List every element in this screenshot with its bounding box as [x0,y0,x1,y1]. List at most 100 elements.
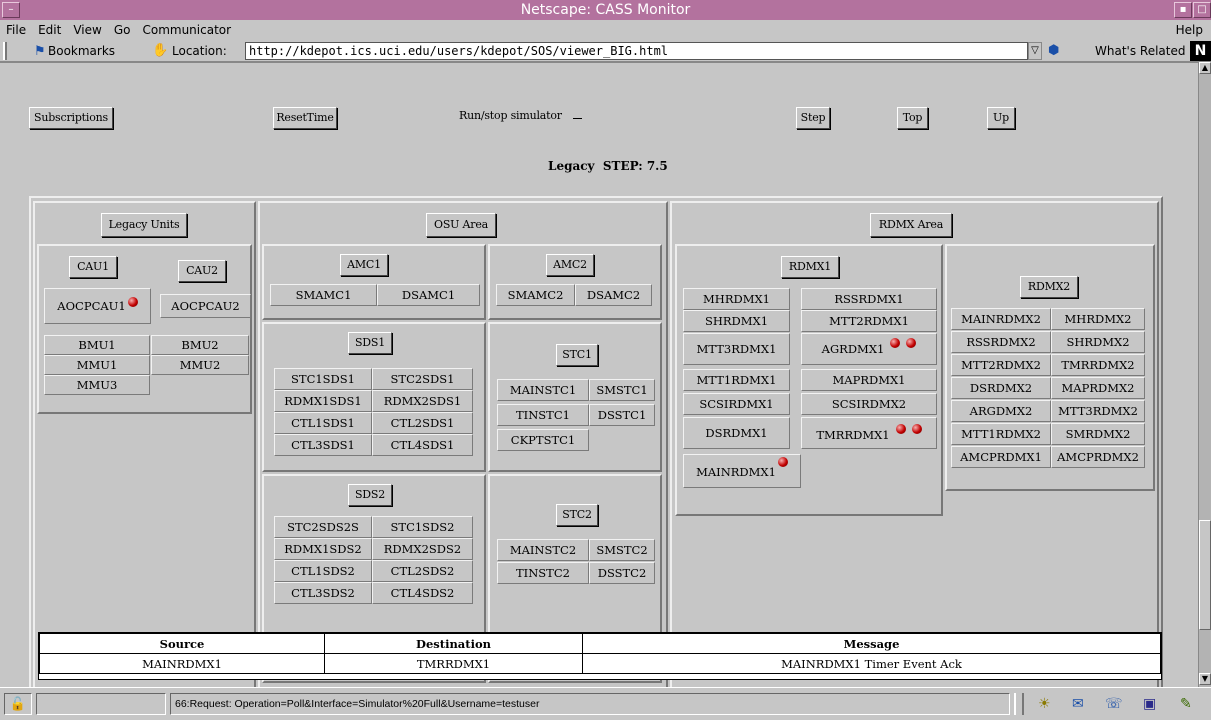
top-button[interactable]: Top [897,107,928,129]
mtt3rdmx2-cell[interactable]: MTT3RDMX2 [1051,400,1145,422]
dsrdmx1-cell[interactable]: DSRDMX1 [683,417,790,449]
sds1-button[interactable]: SDS1 [348,332,392,354]
scroll-down-icon[interactable]: ▼ [1199,673,1211,685]
maprdmx2-cell[interactable]: MAPRDMX2 [1051,377,1145,399]
mtt1rdmx1-cell[interactable]: MTT1RDMX1 [683,369,790,391]
menu-go[interactable]: Go [108,20,137,40]
menu-help[interactable]: Help [1170,20,1209,40]
rdmx1sds1-cell[interactable]: RDMX1SDS1 [274,390,372,412]
shrdmx2-cell[interactable]: SHRDMX2 [1051,331,1145,353]
menu-view[interactable]: View [67,20,107,40]
page-scrollbar[interactable]: ▲ ▼ [1198,62,1211,687]
rssrdmx1-cell[interactable]: RSSRDMX1 [801,288,937,310]
smamc2-cell[interactable]: SMAMC2 [496,284,575,306]
aocpcau1-cell[interactable]: AOCPCAU1 [44,288,151,324]
rdmx1-button[interactable]: RDMX1 [781,256,839,278]
mainrdmx1-cell[interactable]: MAINRDMX1 [683,454,801,488]
ctl3sds1-cell[interactable]: CTL3SDS1 [274,434,372,456]
mail-icon[interactable]: ✉ [1072,695,1084,712]
component-bar-grip-icon[interactable] [1014,693,1024,715]
mhrdmx1-cell[interactable]: MHRDMX1 [683,288,790,310]
bookmark-icon[interactable]: ⚑ [34,44,46,59]
amc1-button[interactable]: AMC1 [340,254,388,276]
tmrrdmx2-cell[interactable]: TMRRDMX2 [1051,354,1145,376]
toolbar-grip-icon[interactable] [3,42,7,60]
shrdmx1-cell[interactable]: SHRDMX1 [683,310,790,332]
subscriptions-button[interactable]: Subscriptions [29,107,113,129]
navigator-icon[interactable]: ☀ [1038,695,1051,712]
mmu3-cell[interactable]: MMU3 [44,375,150,395]
mtt2rdmx2-cell[interactable]: MTT2RDMX2 [951,354,1051,376]
ctl1sds1-cell[interactable]: CTL1SDS1 [274,412,372,434]
step-button[interactable]: Step [796,107,830,129]
sds2-button[interactable]: SDS2 [348,484,392,506]
mtt2rdmx1-cell[interactable]: MTT2RDMX1 [801,310,937,332]
stc2-button[interactable]: STC2 [556,504,598,526]
scsirdmx2-cell[interactable]: SCSIRDMX2 [801,393,937,415]
rdmx2sds1-cell[interactable]: RDMX2SDS1 [372,390,473,412]
smstc1-cell[interactable]: SMSTC1 [589,379,655,401]
location-url-input[interactable]: http://kdepot.ics.uci.edu/users/kdepot/S… [245,42,1028,60]
mmu2-cell[interactable]: MMU2 [151,355,249,375]
agrdmx1-cell[interactable]: AGRDMX1 [801,333,937,365]
stc2sds1-cell[interactable]: STC2SDS1 [372,368,473,390]
rdmx1sds2-cell[interactable]: RDMX1SDS2 [274,538,372,560]
scroll-up-icon[interactable]: ▲ [1199,62,1211,74]
dsstc2-cell[interactable]: DSSTC2 [589,562,655,584]
amc2-button[interactable]: AMC2 [546,254,594,276]
maprdmx1-cell[interactable]: MAPRDMX1 [801,369,937,391]
url-dropdown-icon[interactable]: ▽ [1028,42,1042,60]
up-button[interactable]: Up [987,107,1015,129]
cau1-button[interactable]: CAU1 [69,256,117,278]
rssrdmx2-cell[interactable]: RSSRDMX2 [951,331,1051,353]
mmu1-cell[interactable]: MMU1 [44,355,150,375]
aocpcau2-cell[interactable]: AOCPCAU2 [160,294,251,318]
ctl2sds1-cell[interactable]: CTL2SDS1 [372,412,473,434]
smstc2-cell[interactable]: SMSTC2 [589,539,655,561]
tmrrdmx1-cell[interactable]: TMRRDMX1 [801,417,937,449]
ctl2sds2-cell[interactable]: CTL2SDS2 [372,560,473,582]
window-menu-icon[interactable]: – [2,2,20,18]
edit-page-icon[interactable]: ✎ [1180,695,1192,712]
ctl1sds2-cell[interactable]: CTL1SDS2 [274,560,372,582]
smamc1-cell[interactable]: SMAMC1 [270,284,377,306]
whats-related-icon[interactable]: ⬢ [1048,43,1059,58]
osu-area-button[interactable]: OSU Area [426,213,496,237]
discussions-icon[interactable]: ☏ [1105,695,1123,712]
mtt1rdmx2-cell[interactable]: MTT1RDMX2 [951,423,1051,445]
scrollbar-thumb[interactable] [1199,520,1211,630]
dsstc1-cell[interactable]: DSSTC1 [589,404,655,426]
lock-icon[interactable]: 🔓 [4,693,32,715]
smrdmx2-cell[interactable]: SMRDMX2 [1051,423,1145,445]
menu-communicator[interactable]: Communicator [136,20,237,40]
rdmx2-button[interactable]: RDMX2 [1020,276,1078,298]
stc1sds1-cell[interactable]: STC1SDS1 [274,368,372,390]
scsirdmx1-cell[interactable]: SCSIRDMX1 [683,393,790,415]
amcprdmx1-cell[interactable]: AMCPRDMX1 [951,446,1051,468]
mainstc2-cell[interactable]: MAINSTC2 [497,539,589,561]
dsrdmx2-cell[interactable]: DSRDMX2 [951,377,1051,399]
ckptstc1-cell[interactable]: CKPTSTC1 [497,429,589,451]
whats-related-button[interactable]: What's Related [1095,44,1185,58]
rdmx-area-button[interactable]: RDMX Area [870,213,952,237]
menu-edit[interactable]: Edit [32,20,67,40]
menu-file[interactable]: File [0,20,32,40]
mainrdmx2-cell[interactable]: MAINRDMX2 [951,308,1051,330]
amcprdmx2-cell[interactable]: AMCPRDMX2 [1051,446,1145,468]
legacy-units-button[interactable]: Legacy Units [101,213,187,237]
stc1-button[interactable]: STC1 [556,344,598,366]
mainstc1-cell[interactable]: MAINSTC1 [497,379,589,401]
mtt3rdmx1-cell[interactable]: MTT3RDMX1 [683,333,790,365]
tinstc2-cell[interactable]: TINSTC2 [497,562,589,584]
run-stop-toggle[interactable] [573,118,582,119]
rdmx2sds2-cell[interactable]: RDMX2SDS2 [372,538,473,560]
dsamc1-cell[interactable]: DSAMC1 [377,284,480,306]
cau2-button[interactable]: CAU2 [178,260,226,282]
ctl3sds2-cell[interactable]: CTL3SDS2 [274,582,372,604]
mhrdmx2-cell[interactable]: MHRDMX2 [1051,308,1145,330]
ctl4sds2-cell[interactable]: CTL4SDS2 [372,582,473,604]
netscape-logo-icon[interactable]: N [1190,41,1211,61]
tinstc1-cell[interactable]: TINSTC1 [497,404,589,426]
reset-time-button[interactable]: ResetTime [273,107,337,129]
stc1sds2-cell[interactable]: STC1SDS2 [372,516,473,538]
